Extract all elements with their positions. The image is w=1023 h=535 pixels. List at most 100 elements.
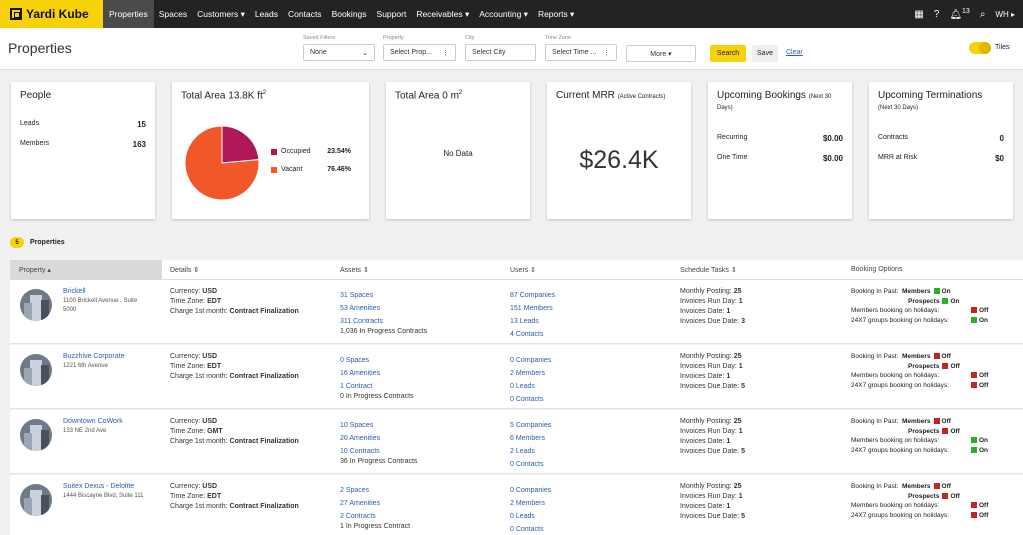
leads-link[interactable]: 0 Leads xyxy=(510,380,670,393)
contacts-link[interactable]: 4 Contacts xyxy=(510,328,670,341)
invoice-date-value: 1 xyxy=(726,438,731,445)
search-icon[interactable]: ⌕ xyxy=(980,9,986,20)
calendar-icon[interactable]: ▦ xyxy=(914,9,923,20)
upcoming-bookings-card[interactable]: Upcoming Bookings (Next 30 Days) Recurrin… xyxy=(708,82,852,219)
mrr-risk-row: MRR at Risk $0 xyxy=(878,154,1004,163)
legend-occupied: Occupied 23.54% xyxy=(271,148,351,155)
status-swatch xyxy=(971,381,977,388)
nav-accounting[interactable]: Accounting ▾ xyxy=(474,0,533,28)
people-leads-row: Leads 15 xyxy=(20,120,146,129)
bell-icon[interactable]: 🔔︎13 xyxy=(949,8,970,20)
group-booking-line: 24X7 groups booking on holidays: Off xyxy=(851,511,1016,521)
spaces-link[interactable]: 2 Spaces xyxy=(340,484,500,497)
clear-link[interactable]: Clear xyxy=(786,49,803,56)
property-name-link[interactable]: Suitex Dexus - Deloitte xyxy=(63,482,163,492)
status-swatch xyxy=(971,307,977,313)
property-select[interactable]: Select Prop... ⋮ xyxy=(383,44,456,61)
contracts-link[interactable]: 1 Contract xyxy=(340,380,500,393)
col-property[interactable]: Property ▴ xyxy=(10,260,162,280)
members-link[interactable]: 2 Members xyxy=(510,367,670,380)
onetime-label: One Time xyxy=(717,154,748,161)
mrr-title: Current MRR (Active Contracts) xyxy=(556,90,665,101)
search-button[interactable]: Search xyxy=(710,45,746,62)
monthly-posting-line: Monthly Posting: 25 xyxy=(680,287,840,297)
charge-label: Charge 1st month: xyxy=(170,503,228,510)
leads-link[interactable]: 13 Leads xyxy=(510,315,670,328)
property-name-link[interactable]: Brickell xyxy=(63,287,163,297)
nav-contacts[interactable]: Contacts xyxy=(283,0,327,28)
spaces-link[interactable]: 0 Spaces xyxy=(340,354,500,367)
property-value: Select Prop... xyxy=(390,49,433,56)
timezone-line: Time Zone: EDT xyxy=(170,362,335,372)
members-link[interactable]: 2 Members xyxy=(510,497,670,510)
property-name-link[interactable]: Downtown CoWork xyxy=(63,417,163,427)
leads-link[interactable]: 2 Leads xyxy=(510,445,670,458)
col-assets[interactable]: Assets ⇕ xyxy=(340,266,369,274)
companies-link[interactable]: 0 Companies xyxy=(510,484,670,497)
members-link[interactable]: 6 Members xyxy=(510,432,670,445)
user-menu[interactable]: WH ▸ xyxy=(995,10,1015,19)
total-area-card[interactable]: Total Area 13.8K ft2 Occupied 23.54% Vaca… xyxy=(172,82,369,219)
table-row[interactable]: Suitex Dexus - Deloitte 1444 Biscayne Bl… xyxy=(10,475,1023,535)
nav-leads[interactable]: Leads xyxy=(250,0,283,28)
help-icon[interactable]: ? xyxy=(934,9,940,20)
companies-link[interactable]: 5 Companies xyxy=(510,419,670,432)
notification-count: 13 xyxy=(962,7,970,15)
contacts-link[interactable]: 0 Contacts xyxy=(510,458,670,471)
people-card[interactable]: People Leads 15 Members 163 xyxy=(11,82,155,219)
vacant-label: Vacant xyxy=(281,166,303,173)
contracts-link[interactable]: 311 Contracts xyxy=(340,315,500,328)
table-row[interactable]: Brickell 1100 Brickell Avenue , Suite 50… xyxy=(10,280,1023,344)
nav-properties[interactable]: Properties xyxy=(103,0,154,28)
saved-filters-select[interactable]: None ⌄ xyxy=(303,44,375,61)
table-row[interactable]: Buzzhive Corporate 1221 6th Avenue Curre… xyxy=(10,345,1023,409)
leads-link[interactable]: 0 Leads xyxy=(510,510,670,523)
timezone-select[interactable]: Select Time ... ⋮ xyxy=(545,44,617,61)
total-area-metric-card[interactable]: Total Area 0 m2 No Data xyxy=(386,82,530,219)
charge-line: Charge 1st month: Contract Finalization xyxy=(170,437,335,447)
members-link[interactable]: 151 Members xyxy=(510,302,670,315)
more-button[interactable]: More ▾ xyxy=(626,45,696,62)
col-users[interactable]: Users ⇕ xyxy=(510,266,536,274)
nav-support[interactable]: Support xyxy=(372,0,412,28)
run-day-label: Invoices Run Day: xyxy=(680,363,737,370)
amenities-link[interactable]: 20 Amenities xyxy=(340,432,500,445)
mrr-card[interactable]: Current MRR (Active Contracts) $26.4K xyxy=(547,82,691,219)
property-avatar xyxy=(20,484,52,516)
nav-bookings[interactable]: Bookings xyxy=(327,0,372,28)
brand-logo[interactable]: Yardi Kube xyxy=(0,0,103,28)
contracts-link[interactable]: 2 Contracts xyxy=(340,510,500,523)
no-data-text: No Data xyxy=(443,149,473,158)
nav-receivables[interactable]: Receivables ▾ xyxy=(411,0,474,28)
city-input[interactable]: Select City xyxy=(465,44,536,61)
table-row[interactable]: Downtown CoWork 133 NE 2nd Ave Currency:… xyxy=(10,410,1023,474)
charge-line: Charge 1st month: Contract Finalization xyxy=(170,372,335,382)
nav-customers[interactable]: Customers ▾ xyxy=(192,0,250,28)
due-date-label: Invoices Due Date: xyxy=(680,513,740,520)
upcoming-terminations-card[interactable]: Upcoming Terminations (Next 30 Days) Cont… xyxy=(869,82,1013,219)
col-details[interactable]: Details ⇕ xyxy=(170,266,199,274)
amenities-link[interactable]: 53 Amenities xyxy=(340,302,500,315)
companies-link[interactable]: 87 Companies xyxy=(510,289,670,302)
nav-spaces[interactable]: Spaces xyxy=(154,0,192,28)
spaces-link[interactable]: 31 Spaces xyxy=(340,289,500,302)
amenities-link[interactable]: 16 Amenities xyxy=(340,367,500,380)
group-holiday-label: 24X7 groups booking on holidays: xyxy=(851,511,949,519)
terminations-title: Upcoming Terminations (Next 30 Days) xyxy=(878,90,982,112)
members-status: Off xyxy=(941,483,951,490)
contracts-link[interactable]: 10 Contracts xyxy=(340,445,500,458)
tiles-toggle[interactable] xyxy=(969,42,991,54)
contacts-link[interactable]: 0 Contacts xyxy=(510,393,670,406)
monthly-posting-value: 25 xyxy=(733,353,742,360)
col-schedule-tasks[interactable]: Schedule Tasks ⇕ xyxy=(680,266,737,274)
due-date-label: Invoices Due Date: xyxy=(680,448,740,455)
spaces-link[interactable]: 10 Spaces xyxy=(340,419,500,432)
nav-reports[interactable]: Reports ▾ xyxy=(533,0,579,28)
save-button[interactable]: Save xyxy=(752,45,778,62)
property-name-link[interactable]: Buzzhive Corporate xyxy=(63,352,163,362)
contacts-link[interactable]: 0 Contacts xyxy=(510,523,670,535)
people-members-row: Members 163 xyxy=(20,140,146,149)
invoice-date-value: 1 xyxy=(726,503,731,510)
amenities-link[interactable]: 27 Amenities xyxy=(340,497,500,510)
companies-link[interactable]: 0 Companies xyxy=(510,354,670,367)
